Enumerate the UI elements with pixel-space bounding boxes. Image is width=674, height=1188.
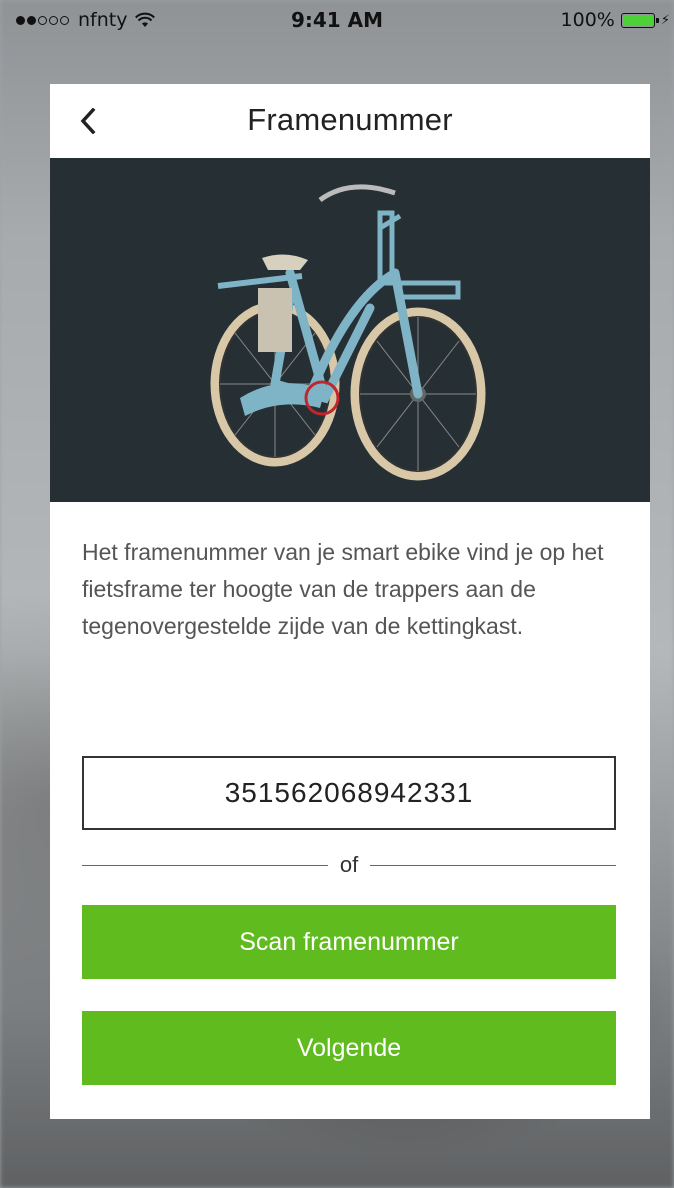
handlebar (318, 184, 396, 203)
frame-number-field[interactable]: 351562068942331 (82, 756, 616, 830)
saddle (262, 254, 308, 270)
status-right: 100% ⚡ (561, 9, 670, 31)
status-bar: nfnty 9:41 AM 100% ⚡ (0, 0, 674, 40)
or-divider: of (82, 850, 617, 880)
description-text: Het framenummer van je smart ebike vind … (82, 539, 604, 639)
volgende-button[interactable]: Volgende (82, 1011, 616, 1085)
bike-photo (50, 158, 650, 502)
divider-label: of (339, 852, 359, 877)
rear-bag (258, 288, 292, 352)
battery-percent: 100% (560, 9, 615, 31)
framenummer-card: Framenummer Het framenummer van je smart… (50, 84, 650, 1119)
front-carrier (377, 210, 461, 300)
header: Framenummer (50, 84, 650, 158)
divider-line-left (82, 864, 328, 866)
charging-bolt-icon: ⚡ (660, 12, 670, 28)
bike-illustration (210, 184, 486, 481)
scan-framenummer-button[interactable]: Scan framenummer (82, 905, 616, 979)
divider-line-right (370, 864, 617, 866)
battery-icon (620, 12, 659, 28)
page-title: Framenummer (247, 102, 453, 137)
bike-frame (270, 268, 423, 404)
